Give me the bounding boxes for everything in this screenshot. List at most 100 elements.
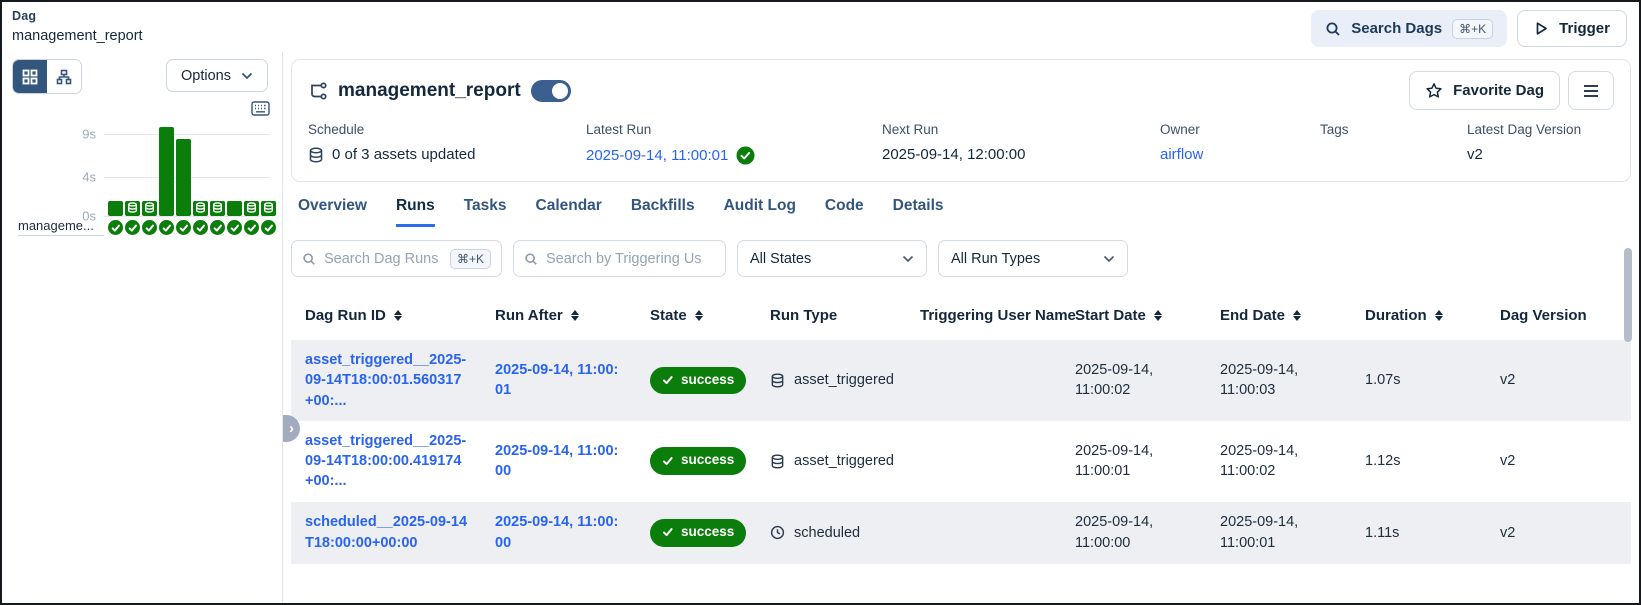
end-date-value: 2025-09-14, 11:00:01 bbox=[1220, 514, 1298, 550]
schedule-value: 0 of 3 assets updated bbox=[332, 146, 475, 163]
run-success-check-icon[interactable] bbox=[176, 220, 191, 235]
state-filter-select[interactable]: All States bbox=[737, 240, 927, 277]
duration-bar[interactable] bbox=[108, 201, 123, 216]
duration-value: 1.12s bbox=[1365, 453, 1400, 469]
run-state-checks bbox=[108, 220, 276, 235]
tab-details[interactable]: Details bbox=[893, 197, 944, 227]
run-after-link[interactable]: 2025-09-14, 11:00:00 bbox=[495, 514, 618, 550]
run-success-check-icon[interactable] bbox=[244, 220, 259, 235]
col-state[interactable]: State bbox=[636, 293, 756, 340]
run-success-check-icon[interactable] bbox=[227, 220, 242, 235]
field-latest-run: Latest Run 2025-09-14, 11:00:01 bbox=[586, 122, 882, 165]
dag-tabs: Overview Runs Tasks Calendar Backfills A… bbox=[291, 197, 1631, 227]
favorite-dag-button[interactable]: Favorite Dag bbox=[1409, 71, 1560, 110]
search-dag-runs-input[interactable] bbox=[324, 251, 442, 267]
col-run-after[interactable]: Run After bbox=[481, 293, 636, 340]
duration-bar[interactable] bbox=[227, 201, 242, 216]
search-triggering-user-input[interactable] bbox=[546, 251, 715, 267]
duration-bar[interactable] bbox=[244, 201, 259, 216]
sort-icon[interactable] bbox=[1435, 310, 1443, 321]
dag-pause-toggle[interactable] bbox=[531, 80, 571, 102]
table-row: asset_triggered__2025-09-14T18:00:01.560… bbox=[291, 340, 1631, 421]
schedule-label: Schedule bbox=[308, 122, 576, 137]
latest-dag-version-label: Latest Dag Version bbox=[1467, 122, 1604, 137]
options-dropdown[interactable]: Options bbox=[166, 59, 268, 92]
table-row: asset_triggered__2025-09-14T18:00:00.419… bbox=[291, 421, 1631, 502]
dag-icon bbox=[308, 81, 328, 101]
tab-audit-log[interactable]: Audit Log bbox=[724, 197, 796, 227]
sort-icon[interactable] bbox=[394, 310, 402, 321]
col-start-date[interactable]: Start Date bbox=[1061, 293, 1206, 340]
search-runs-shortcut-badge: ⌘+K bbox=[450, 249, 491, 269]
field-tags: Tags bbox=[1320, 122, 1467, 165]
duration-bar[interactable] bbox=[193, 201, 208, 216]
favorite-dag-label: Favorite Dag bbox=[1453, 82, 1544, 99]
status-badge: success bbox=[650, 447, 746, 475]
search-dags-button[interactable]: Search Dags ⌘+K bbox=[1311, 10, 1507, 47]
dag-run-id-link[interactable]: asset_triggered__2025-09-14T18:00:00.419… bbox=[305, 433, 466, 490]
duration-bar[interactable] bbox=[261, 201, 276, 216]
dag-run-id-link[interactable]: asset_triggered__2025-09-14T18:00:01.560… bbox=[305, 352, 466, 409]
search-icon bbox=[302, 252, 316, 266]
duration-value: 1.11s bbox=[1365, 525, 1399, 541]
duration-bar[interactable] bbox=[142, 201, 157, 216]
run-success-check-icon[interactable] bbox=[108, 220, 123, 235]
duration-bar[interactable] bbox=[125, 201, 140, 216]
run-after-link[interactable]: 2025-09-14, 11:00:00 bbox=[495, 443, 618, 479]
trigger-button[interactable]: Trigger bbox=[1517, 10, 1627, 47]
field-latest-dag-version: Latest Dag Version v2 bbox=[1467, 122, 1614, 165]
sort-icon[interactable] bbox=[695, 310, 703, 321]
duration-bar[interactable] bbox=[176, 139, 191, 216]
tab-code[interactable]: Code bbox=[825, 197, 864, 227]
vertical-scrollbar[interactable] bbox=[1624, 248, 1632, 342]
ytick-9s: 9s bbox=[12, 127, 96, 142]
duration-bar[interactable] bbox=[159, 127, 174, 216]
col-duration[interactable]: Duration bbox=[1351, 293, 1486, 340]
run-success-check-icon[interactable] bbox=[142, 220, 157, 235]
search-dag-runs-field[interactable]: ⌘+K bbox=[291, 240, 502, 277]
sort-icon[interactable] bbox=[1154, 310, 1162, 321]
asset-icon bbox=[212, 200, 223, 218]
chevron-down-icon bbox=[902, 255, 914, 263]
dag-menu-button[interactable] bbox=[1568, 71, 1614, 110]
search-icon bbox=[524, 252, 538, 266]
owner-label: Owner bbox=[1160, 122, 1310, 137]
owner-link[interactable]: airflow bbox=[1160, 146, 1203, 163]
search-dags-label: Search Dags bbox=[1351, 20, 1442, 37]
end-date-value: 2025-09-14, 11:00:03 bbox=[1220, 362, 1298, 398]
keyboard-shortcuts-icon[interactable] bbox=[251, 101, 270, 116]
asset-icon bbox=[195, 200, 206, 218]
run-success-check-icon[interactable] bbox=[193, 220, 208, 235]
col-end-date[interactable]: End Date bbox=[1206, 293, 1351, 340]
sort-icon[interactable] bbox=[571, 310, 579, 321]
options-label: Options bbox=[181, 68, 231, 84]
asset-icon bbox=[770, 454, 785, 469]
run-success-check-icon[interactable] bbox=[159, 220, 174, 235]
run-after-link[interactable]: 2025-09-14, 11:00:01 bbox=[495, 362, 618, 398]
graph-view-button[interactable] bbox=[47, 60, 81, 93]
run-type-filter-select[interactable]: All Run Types bbox=[938, 240, 1128, 277]
search-triggering-user-field[interactable] bbox=[513, 240, 726, 277]
tab-tasks[interactable]: Tasks bbox=[464, 197, 507, 227]
next-run-label: Next Run bbox=[882, 122, 1150, 137]
run-success-check-icon[interactable] bbox=[261, 220, 276, 235]
sort-icon[interactable] bbox=[1293, 310, 1301, 321]
next-run-value: 2025-09-14, 12:00:00 bbox=[882, 146, 1025, 163]
asset-icon bbox=[127, 200, 138, 218]
latest-run-link[interactable]: 2025-09-14, 11:00:01 bbox=[586, 147, 728, 164]
breadcrumb-dag-name[interactable]: management_report bbox=[12, 28, 143, 44]
view-mode-toggle bbox=[12, 59, 82, 94]
asset-icon bbox=[770, 373, 785, 388]
dag-run-id-link[interactable]: scheduled__2025-09-14T18:00:00+00:00 bbox=[305, 514, 467, 550]
run-success-check-icon[interactable] bbox=[125, 220, 140, 235]
search-shortcut-badge: ⌘+K bbox=[1452, 19, 1493, 39]
main-panel: management_report Favorite Dag bbox=[283, 52, 1639, 603]
tab-overview[interactable]: Overview bbox=[298, 197, 367, 227]
run-success-check-icon[interactable] bbox=[210, 220, 225, 235]
tab-runs[interactable]: Runs bbox=[396, 197, 435, 227]
grid-view-button[interactable] bbox=[13, 60, 47, 93]
tab-backfills[interactable]: Backfills bbox=[631, 197, 695, 227]
duration-bar[interactable] bbox=[210, 201, 225, 216]
tab-calendar[interactable]: Calendar bbox=[536, 197, 602, 227]
col-dag-run-id[interactable]: Dag Run ID bbox=[291, 293, 481, 340]
